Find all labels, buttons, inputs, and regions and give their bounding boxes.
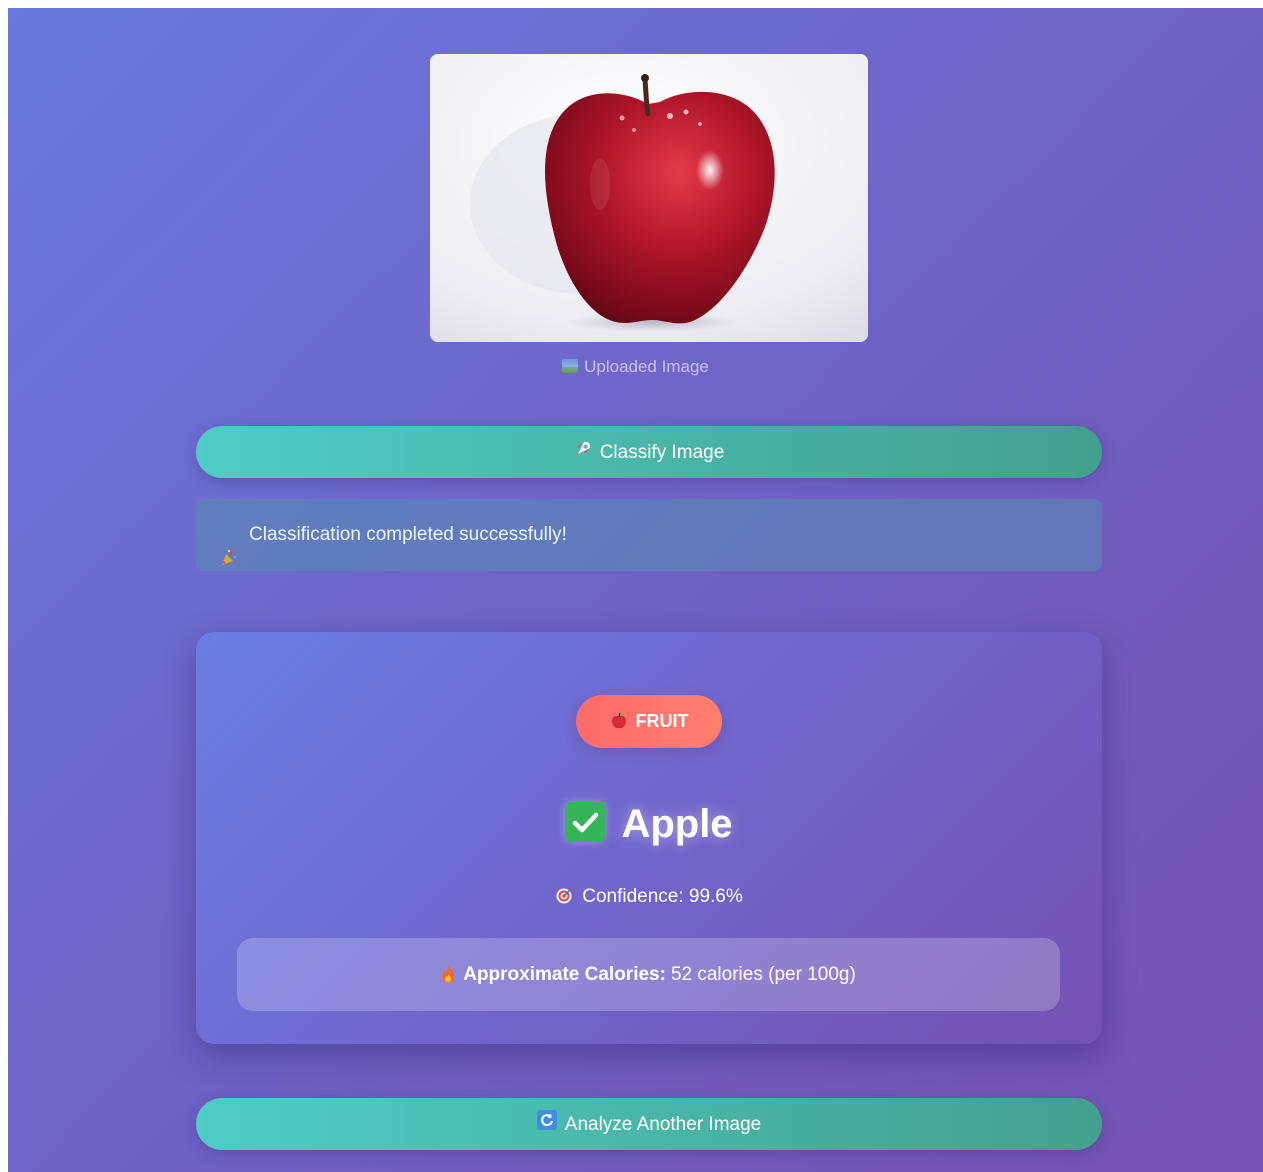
image-caption-text: Uploaded Image: [584, 357, 709, 376]
app-background: Uploaded Image Classify Image Classifica…: [8, 8, 1263, 1172]
rocket-icon: [574, 427, 592, 479]
party-popper-icon: [220, 526, 238, 598]
analyze-button-label: Analyze Another Image: [564, 1114, 762, 1136]
calories-value: 52 calories (per 100g): [670, 964, 856, 985]
red-apple-photo: [430, 54, 868, 342]
classify-image-button[interactable]: Classify Image: [196, 426, 1102, 478]
calories-label: Approximate Calories:: [463, 964, 666, 985]
confidence-text: Confidence: 99.6%: [582, 886, 743, 907]
success-alert: Classification completed successfully!: [196, 499, 1102, 571]
confidence-line: Confidence: 99.6%: [196, 886, 1102, 908]
result-label: Apple: [621, 802, 733, 846]
apple-icon: [610, 698, 628, 729]
fire-icon: [441, 942, 455, 983]
target-icon: [555, 887, 573, 905]
category-label: FRUIT: [635, 711, 689, 731]
framed-picture-icon: [562, 359, 579, 373]
result-title: Apple: [196, 796, 1102, 852]
image-caption: Uploaded Image: [8, 357, 1263, 377]
success-message: Classification completed successfully!: [249, 524, 567, 545]
result-card: FRUIT Apple Confidence: 99.6% Approximat…: [196, 632, 1102, 1044]
refresh-icon: [536, 1099, 557, 1151]
analyze-another-image-button[interactable]: Analyze Another Image: [196, 1098, 1102, 1150]
uploaded-image: [430, 54, 868, 342]
calories-box: Approximate Calories: 52 calories (per 10…: [237, 938, 1060, 1011]
category-badge: FRUIT: [576, 695, 722, 748]
classify-button-label: Classify Image: [599, 442, 725, 464]
check-mark-icon: [565, 802, 606, 842]
